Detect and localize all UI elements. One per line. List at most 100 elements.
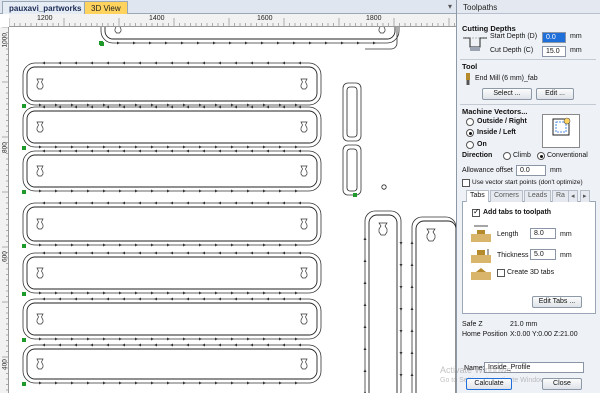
edit-tabs-button[interactable]: Edit Tabs ... <box>532 296 582 308</box>
part-outline <box>26 110 318 144</box>
slot-cutout <box>426 228 436 242</box>
cut-depth-label: Cut Depth (C) <box>490 47 534 54</box>
direction-arrow <box>183 189 186 193</box>
direction-arrow <box>199 291 202 295</box>
direction-arrow <box>247 381 250 385</box>
slot-cutout <box>300 218 308 230</box>
direction-arrow <box>119 291 122 295</box>
toolpath-offset <box>22 106 322 148</box>
direction-arrow <box>215 381 218 385</box>
direction-arrow <box>122 251 125 255</box>
direction-arrow <box>234 251 237 255</box>
climb-label[interactable]: Climb <box>513 152 531 159</box>
start-depth-input[interactable]: 0.0 <box>542 32 566 43</box>
select-tool-button[interactable]: Select ... <box>482 88 532 100</box>
direction-arrow <box>298 105 301 109</box>
tab-corners[interactable]: Corners <box>490 190 523 202</box>
edit-tool-button[interactable]: Edit ... <box>536 88 574 100</box>
outside-right-radio[interactable] <box>466 118 474 126</box>
tab-leads[interactable]: Leads <box>524 190 552 202</box>
inside-left-radio[interactable] <box>466 129 474 137</box>
start-node <box>99 41 103 45</box>
tab-thickness-input[interactable]: 5.0 <box>530 249 556 260</box>
direction-arrow <box>151 291 154 295</box>
watermark-title: Activate Windows <box>440 365 512 375</box>
direction-arrow <box>135 337 138 341</box>
direction-arrow <box>298 61 301 65</box>
direction-arrow <box>103 189 106 193</box>
direction-arrow <box>279 243 282 247</box>
create-3d-tabs-label[interactable]: Create 3D tabs <box>507 269 554 276</box>
allowance-unit: mm <box>550 167 562 174</box>
direction-arrow <box>87 189 90 193</box>
direction-arrow <box>55 103 58 107</box>
direction-arrow <box>215 145 218 149</box>
direction-arrow <box>39 381 42 385</box>
drawing-canvas[interactable] <box>9 27 456 393</box>
direction-arrow <box>199 337 202 341</box>
direction-arrow <box>42 105 45 109</box>
direction-arrow <box>218 149 221 153</box>
direction-arrow <box>325 41 328 45</box>
tab-ramps[interactable]: Ra <box>552 190 569 202</box>
direction-arrow <box>170 201 173 205</box>
direction-arrow <box>282 343 285 347</box>
toolpath-subtabs: Tabs Corners Leads Ra ◂ ▸ <box>462 190 596 202</box>
direction-arrow <box>399 352 403 355</box>
conventional-label[interactable]: Conventional <box>547 152 588 159</box>
tab-tabs[interactable]: Tabs <box>466 190 489 202</box>
direction-arrow <box>279 337 282 341</box>
outside-right-label[interactable]: Outside / Right <box>477 118 527 125</box>
tab-length-input[interactable]: 8.0 <box>530 228 556 239</box>
small-part-inner <box>346 148 358 192</box>
on-label[interactable]: On <box>477 141 487 148</box>
direction-arrow <box>170 297 173 301</box>
use-vector-start-checkbox[interactable] <box>462 179 470 187</box>
calculate-button[interactable]: Calculate <box>466 378 512 390</box>
tab-length-icon <box>471 224 491 244</box>
direction-arrow <box>263 381 266 385</box>
direction-arrow <box>138 297 141 301</box>
inside-left-label[interactable]: Inside / Left <box>477 129 516 136</box>
direction-arrow <box>247 337 250 341</box>
direction-arrow <box>295 243 298 247</box>
tab-3d-view[interactable]: 3D View <box>84 1 128 14</box>
direction-arrow <box>245 41 248 45</box>
ruler-ticks-top <box>9 18 455 26</box>
direction-arrow <box>186 201 189 205</box>
direction-arrow <box>282 297 285 301</box>
direction-arrow <box>87 243 90 247</box>
create-3d-tabs-checkbox[interactable] <box>497 269 505 277</box>
tab-scroll-left-icon[interactable]: ◂ <box>568 190 578 202</box>
direction-arrow <box>117 41 120 45</box>
add-tabs-checkbox[interactable] <box>472 207 480 217</box>
start-depth-unit: mm <box>570 33 582 40</box>
conventional-radio[interactable] <box>537 152 545 160</box>
allowance-input[interactable]: 0.0 <box>516 165 546 176</box>
toolpath-drawing[interactable] <box>9 27 456 393</box>
direction-arrow <box>231 103 234 107</box>
direction-arrow <box>341 41 344 45</box>
tab-document[interactable]: pauxavi_partworks <box>2 1 89 14</box>
ruler-horizontal: 1200 1400 1600 1800 <box>9 14 456 27</box>
direction-arrow <box>186 149 189 153</box>
cut-depth-input[interactable]: 15.0 <box>542 46 566 57</box>
direction-arrow <box>58 149 61 153</box>
direction-arrow <box>263 291 266 295</box>
climb-radio[interactable] <box>503 152 511 160</box>
close-button[interactable]: Close <box>542 378 582 390</box>
direction-arrow <box>213 41 216 45</box>
tab-scroll-icon[interactable]: ▾ <box>448 2 452 11</box>
direction-arrow <box>261 41 264 45</box>
direction-arrow <box>90 297 93 301</box>
direction-arrow <box>149 41 152 45</box>
tab-scroll-right-icon[interactable]: ▸ <box>580 190 590 202</box>
start-node <box>22 104 26 108</box>
use-vector-start-label[interactable]: Use vector start points (don't optimize) <box>472 179 583 186</box>
direction-arrow <box>399 264 403 267</box>
ruler-label: 400 <box>1 359 9 370</box>
direction-arrow <box>229 41 232 45</box>
add-tabs-label[interactable]: Add tabs to toolpath <box>483 209 551 216</box>
direction-arrow <box>55 145 58 149</box>
on-radio[interactable] <box>466 141 474 149</box>
